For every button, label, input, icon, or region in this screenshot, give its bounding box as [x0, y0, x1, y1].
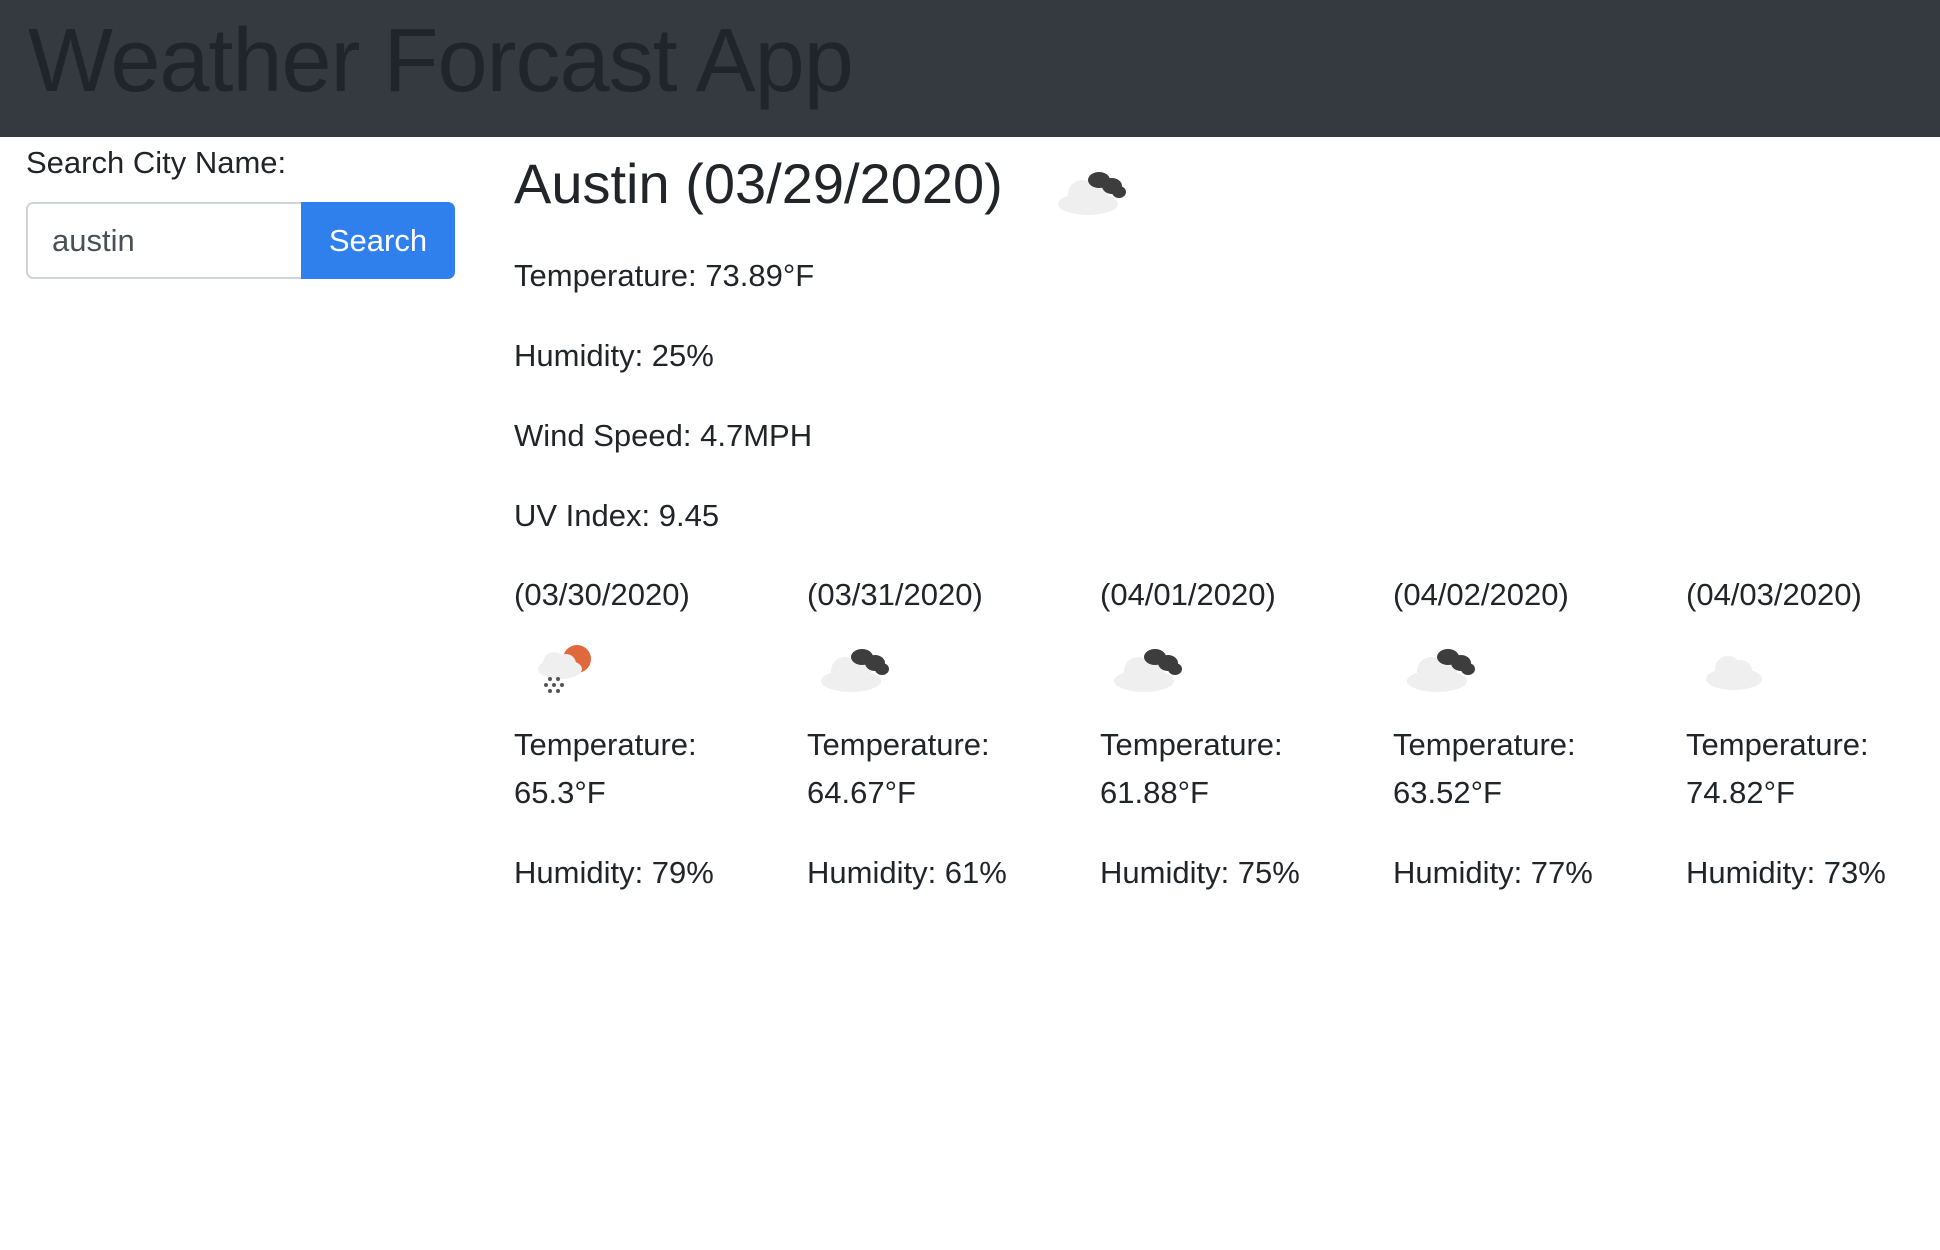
- forecast-temperature: 63.52°F: [1393, 775, 1502, 810]
- search-label: Search City Name:: [26, 145, 287, 180]
- forecast-temperature-label: Temperature:: [1100, 727, 1283, 762]
- forecast-date: (04/02/2020): [1393, 577, 1569, 612]
- search-panel: Search City Name: Search: [26, 140, 456, 279]
- forecast-temperature-label: Temperature:: [1393, 727, 1576, 762]
- app-title: Weather Forcast App: [28, 11, 854, 111]
- forecast-temperature-label: Temperature:: [1686, 727, 1869, 762]
- navbar: Weather Forcast App: [0, 0, 1940, 137]
- forecast-date: (03/31/2020): [807, 577, 983, 612]
- forecast-temperature: 65.3°F: [514, 775, 606, 810]
- broken-clouds-icon: [1114, 649, 1182, 692]
- search-group: Search: [26, 202, 455, 279]
- forecast-temperature: 74.82°F: [1686, 775, 1795, 810]
- current-wind-speed: Wind Speed: 4.7MPH: [514, 418, 813, 453]
- current-city-title: Austin (03/29/2020): [514, 152, 1003, 215]
- forecast-humidity: Humidity: 77%: [1393, 855, 1593, 890]
- broken-clouds-icon: [821, 649, 889, 692]
- current-temperature: Temperature: 73.89°F: [514, 258, 815, 293]
- forecast-temperature: 64.67°F: [807, 775, 916, 810]
- current-humidity: Humidity: 25%: [514, 338, 714, 373]
- broken-clouds-icon: [1058, 172, 1126, 215]
- forecast-temperature-label: Temperature:: [807, 727, 990, 762]
- forecast-humidity: Humidity: 75%: [1100, 855, 1300, 890]
- forecast-humidity: Humidity: 73%: [1686, 855, 1886, 890]
- forecast-humidity: Humidity: 79%: [514, 855, 714, 890]
- forecast-temperature: 61.88°F: [1100, 775, 1209, 810]
- city-search-input[interactable]: [26, 202, 301, 279]
- forecast-temperature-label: Temperature:: [514, 727, 697, 762]
- forecast-date: (03/30/2020): [514, 577, 690, 612]
- forecast-date: (04/01/2020): [1100, 577, 1276, 612]
- current-uv-index: UV Index: 9.45: [514, 498, 720, 533]
- rain-sun-icon: [538, 645, 591, 693]
- search-button[interactable]: Search: [301, 202, 455, 279]
- forecast-humidity: Humidity: 61%: [807, 855, 1007, 890]
- cloud-icon: [1706, 656, 1762, 690]
- broken-clouds-icon: [1407, 649, 1475, 692]
- forecast-date: (04/03/2020): [1686, 577, 1862, 612]
